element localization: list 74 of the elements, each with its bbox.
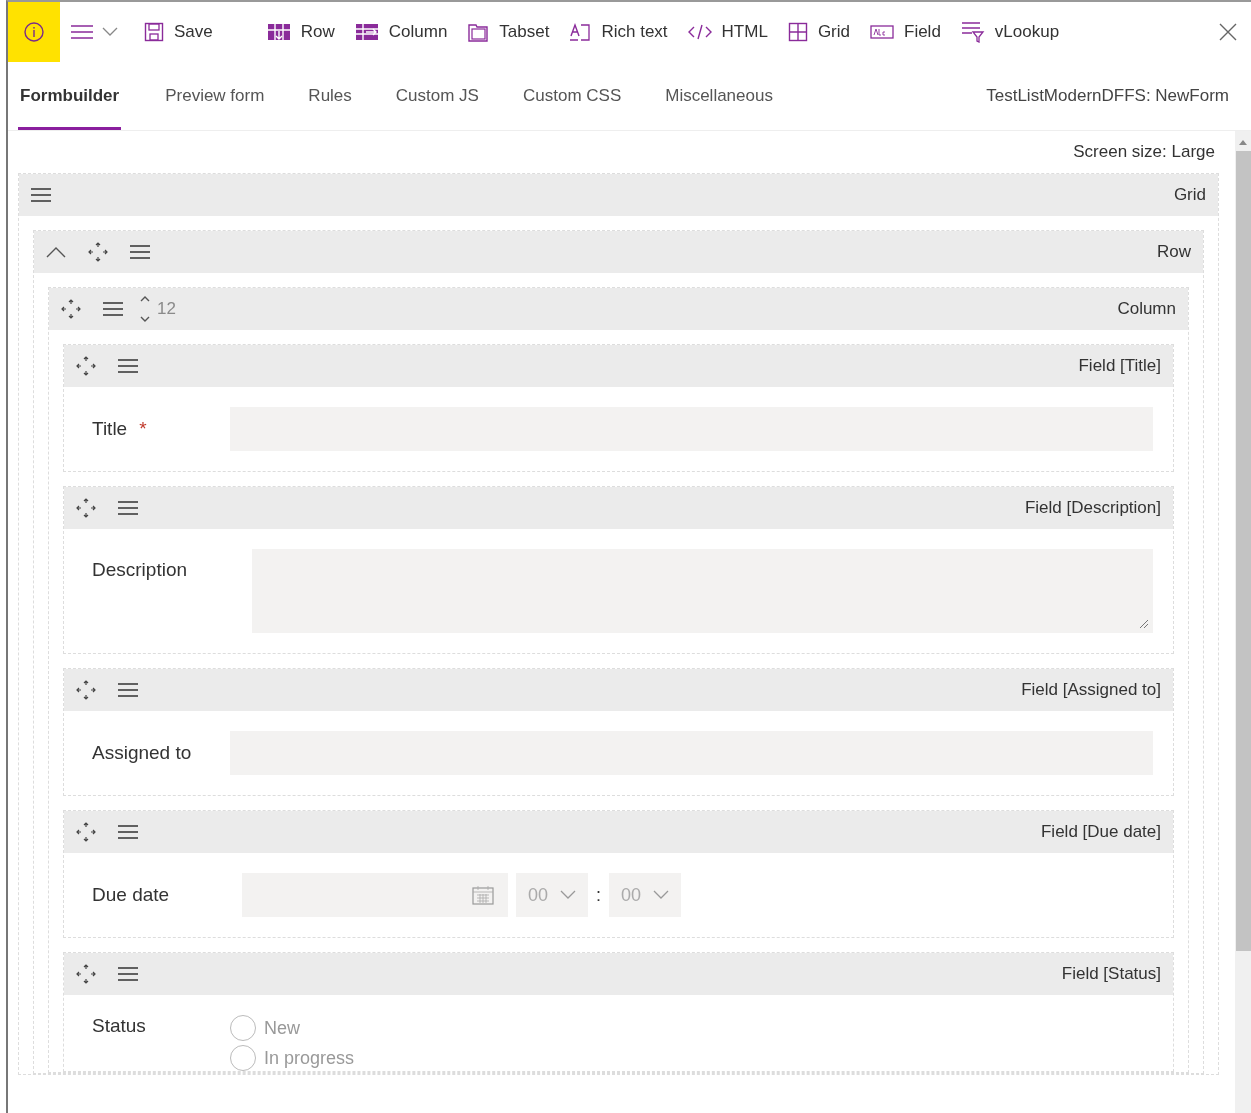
save-icon — [144, 22, 164, 42]
move-icon[interactable] — [76, 680, 96, 700]
move-icon[interactable] — [76, 964, 96, 984]
scrollbar-thumb[interactable] — [1235, 151, 1251, 951]
radio-label: New — [264, 1017, 300, 1039]
menu-icon[interactable] — [118, 683, 138, 697]
move-icon[interactable] — [76, 356, 96, 376]
move-icon[interactable] — [76, 498, 96, 518]
menu-icon[interactable] — [130, 245, 150, 259]
tab[interactable]: Miscellaneous — [643, 62, 795, 130]
field-title: Field [Due date] — [1041, 822, 1161, 842]
info-icon — [23, 21, 45, 43]
tab[interactable]: Preview form — [143, 62, 287, 130]
toolbar-button[interactable]: Column — [344, 12, 458, 52]
filter-list-icon — [960, 21, 985, 43]
tab[interactable]: Custom JS — [373, 62, 501, 130]
column-width: 12 — [157, 299, 176, 319]
menu-icon[interactable] — [118, 359, 138, 373]
row-icon — [266, 22, 291, 42]
toolbar-button[interactable]: Grid — [777, 12, 860, 52]
screen-size-label: Screen size: Large — [1073, 142, 1215, 162]
chevron-down-icon — [653, 890, 670, 900]
info-button[interactable] — [8, 2, 60, 62]
field-title: Field [Title] — [1078, 356, 1161, 376]
field-title: Field [Description] — [1024, 498, 1161, 518]
menu-icon — [70, 24, 94, 40]
required-mark: * — [139, 418, 147, 440]
toolbar-button[interactable]: vLookup — [950, 12, 1070, 52]
grid-title: Grid — [1173, 185, 1206, 205]
tab[interactable]: Formbuilder — [18, 62, 122, 130]
field-label: Description — [92, 559, 188, 581]
chevron-down-icon — [560, 890, 577, 900]
move-icon[interactable] — [88, 242, 108, 262]
field-label: Due date — [92, 884, 170, 906]
field-title: Field [Status] — [1061, 964, 1161, 984]
resize-grip-icon — [1139, 619, 1149, 629]
toolbar-button[interactable]: HTML — [677, 12, 778, 52]
toolbar-button[interactable]: Rich text — [559, 12, 678, 52]
chevron-down-icon — [102, 27, 118, 37]
time-separator: : — [596, 884, 602, 906]
code-icon — [687, 24, 712, 40]
tabset-icon — [467, 21, 490, 43]
tab[interactable]: Custom CSS — [500, 62, 644, 130]
date-input[interactable] — [242, 873, 508, 917]
menu-icon[interactable] — [118, 825, 138, 839]
close-icon — [1219, 23, 1237, 41]
toolbar-button[interactable]: Field — [860, 12, 951, 52]
menu-icon[interactable] — [31, 188, 51, 202]
tab[interactable]: Rules — [286, 62, 374, 130]
menu-icon[interactable] — [103, 302, 123, 316]
radio-label: In progress — [264, 1047, 355, 1069]
text-field-icon — [870, 24, 894, 40]
menu-icon[interactable] — [118, 967, 138, 981]
chevron-up-icon[interactable] — [46, 246, 66, 258]
menu-icon[interactable] — [118, 501, 138, 515]
field-label: Title — [92, 418, 128, 440]
column-icon — [354, 22, 379, 42]
move-icon[interactable] — [61, 299, 81, 319]
field-label: Assigned to — [92, 742, 192, 764]
calendar-icon — [472, 885, 494, 905]
column-title: Column — [1117, 299, 1176, 319]
stepper-icon[interactable] — [139, 294, 151, 324]
field-title: Field [Assigned to] — [1021, 680, 1161, 700]
toolbar-button[interactable]: Row — [256, 12, 345, 52]
scroll-up-icon[interactable] — [1239, 139, 1247, 145]
move-icon[interactable] — [76, 822, 96, 842]
field-label: Status — [92, 1015, 146, 1037]
scrollbar[interactable] — [1235, 131, 1251, 1113]
toolbar-button[interactable]: Save — [134, 12, 223, 52]
grid-icon — [787, 22, 808, 42]
form-name: TestListModernDFFS: NewForm — [986, 86, 1230, 106]
row-title: Row — [1157, 242, 1191, 262]
toolbar-button[interactable]: Tabset — [457, 12, 560, 52]
rich-text-icon — [569, 22, 592, 42]
